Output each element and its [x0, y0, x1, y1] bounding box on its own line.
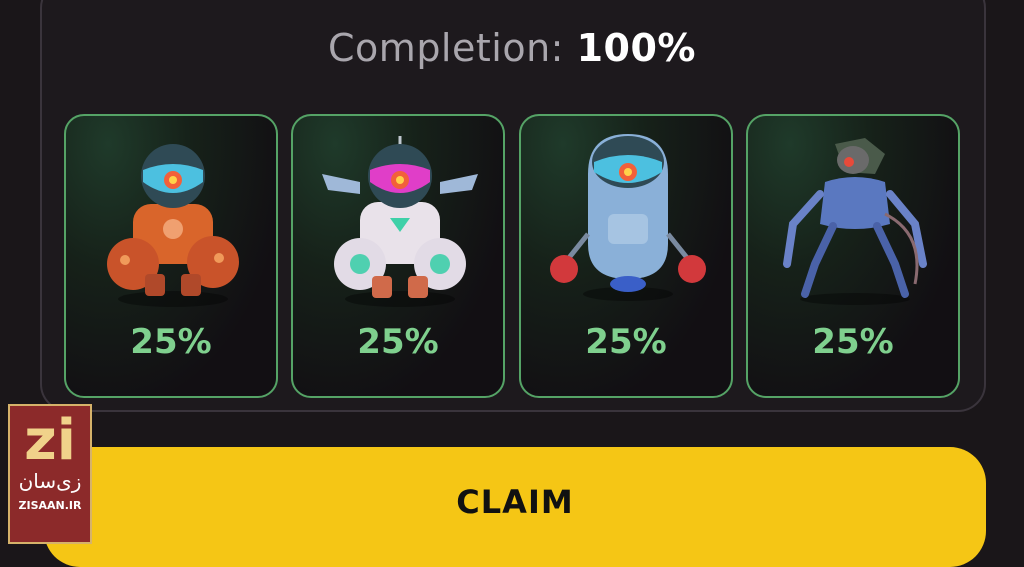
cyborg-rat-icon [783, 138, 927, 305]
white-pink-robot-icon [322, 136, 478, 307]
reward-card-cyborg-rat[interactable]: 25% [746, 114, 960, 398]
orange-robot-icon [107, 144, 239, 307]
reward-card-orange-robot[interactable]: 25% [64, 114, 278, 398]
completion-value: 100% [576, 26, 696, 70]
watermark-mark: zi [24, 408, 76, 473]
watermark-logo: zi زی‌سان ZISAAN.IR [8, 404, 92, 544]
claim-button-label: CLAIM [456, 483, 574, 521]
card-percent: 25% [130, 322, 212, 362]
claim-button[interactable]: CLAIM [44, 447, 986, 567]
reward-card-boxer-robot[interactable]: 25% [519, 114, 733, 398]
completion-header: Completion: 100% [0, 26, 1024, 70]
watermark-fa-text: زی‌سان [18, 469, 82, 493]
card-percent: 25% [812, 322, 894, 362]
card-percent: 25% [357, 322, 439, 362]
reward-card-white-pink-robot[interactable]: 25% [291, 114, 505, 398]
completion-label: Completion: [328, 26, 564, 70]
card-percent: 25% [585, 322, 667, 362]
watermark-en-text: ZISAAN.IR [18, 499, 82, 512]
boxer-robot-icon [550, 134, 706, 301]
